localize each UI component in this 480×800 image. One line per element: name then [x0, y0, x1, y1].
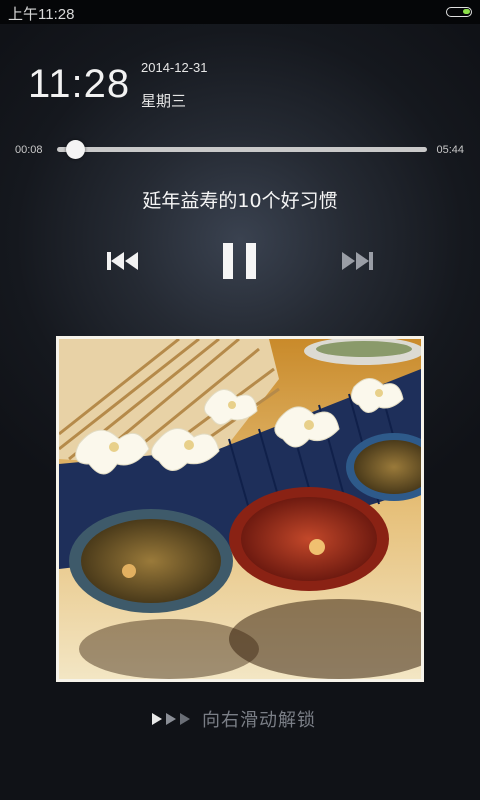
pause-button[interactable] [218, 240, 262, 282]
next-button[interactable] [336, 246, 380, 276]
lockscreen-clock: 11:28 [28, 62, 131, 106]
progress-thumb[interactable] [65, 140, 85, 159]
unlock-hint[interactable]: 向右滑动解锁 [150, 706, 316, 732]
album-art-image [59, 339, 421, 679]
lockscreen-date: 2014-12-31 [141, 60, 208, 75]
status-time: 上午11:28 [8, 6, 75, 23]
skip-previous-icon [107, 252, 138, 270]
pause-icon [223, 243, 256, 279]
playback-duration: 05:44 [436, 144, 464, 156]
slide-arrows-icon [150, 711, 194, 727]
battery-level [463, 9, 470, 14]
album-art [56, 336, 424, 682]
lockscreen-weekday: 星期三 [141, 92, 187, 110]
battery-icon [446, 7, 472, 17]
unlock-label: 向右滑动解锁 [202, 710, 316, 731]
track-title: 延年益寿的10个好习惯 [142, 190, 338, 212]
skip-next-icon [342, 252, 373, 270]
previous-button[interactable] [100, 246, 144, 276]
progress-track[interactable] [57, 147, 427, 152]
playback-position: 00:08 [15, 144, 43, 156]
status-bar: 上午11:28 [0, 0, 480, 24]
